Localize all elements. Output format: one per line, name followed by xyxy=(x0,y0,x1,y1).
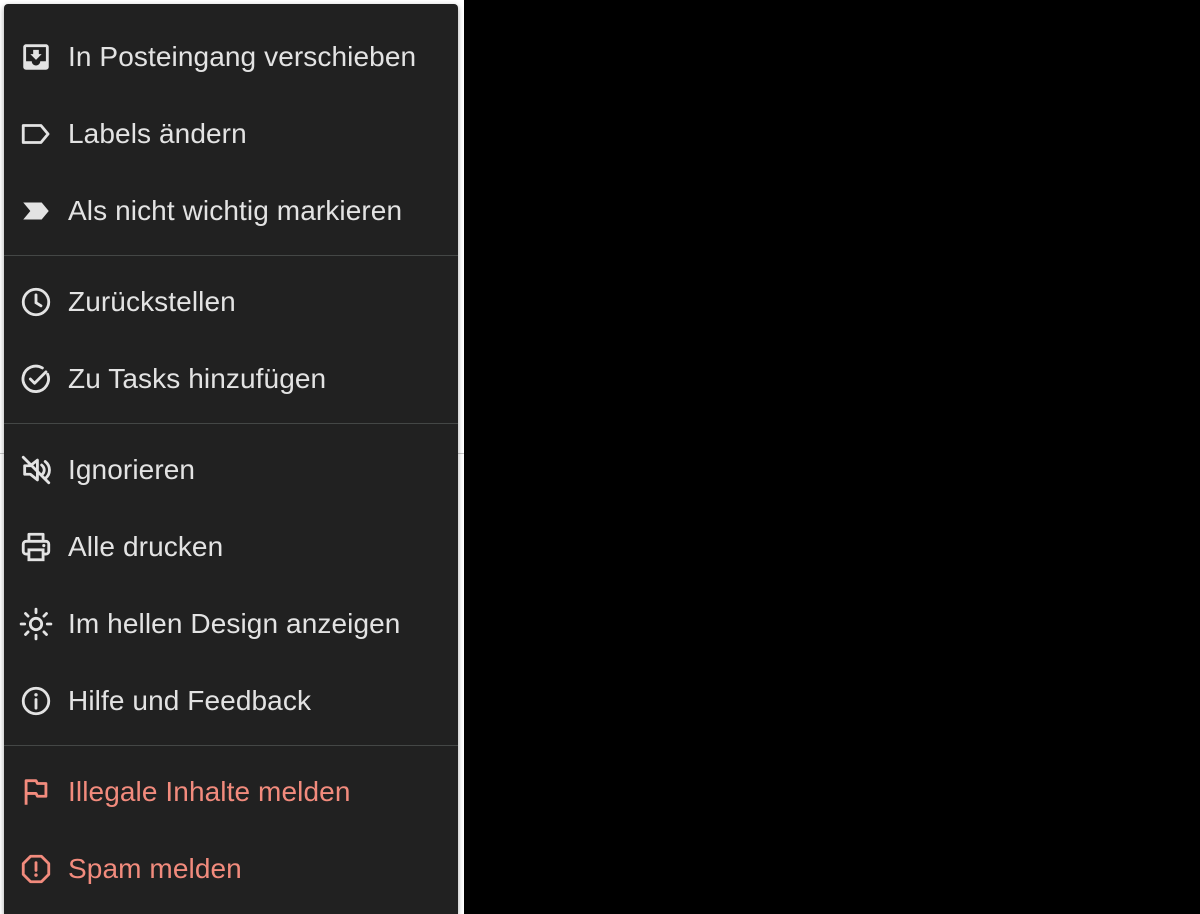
move-to-inbox-icon xyxy=(18,39,54,75)
menu-item-add-to-tasks[interactable]: Zu Tasks hinzufügen xyxy=(4,340,458,417)
overflow-menu: In Posteingang verschieben Labels ändern… xyxy=(4,4,458,914)
menu-item-label: Illegale Inhalte melden xyxy=(68,775,351,807)
menu-item-report-spam[interactable]: Spam melden xyxy=(4,830,458,907)
menu-item-mute[interactable]: Ignorieren xyxy=(4,431,458,508)
menu-item-report-illegal-content[interactable]: Illegale Inhalte melden xyxy=(4,753,458,830)
menu-item-label: Als nicht wichtig markieren xyxy=(68,194,403,226)
menu-item-label: Ignorieren xyxy=(68,453,196,485)
report-spam-icon xyxy=(18,851,54,887)
info-icon xyxy=(18,683,54,719)
menu-item-mark-not-important[interactable]: Als nicht wichtig markieren xyxy=(4,172,458,249)
label-outline-icon xyxy=(18,116,54,152)
menu-item-label: Labels ändern xyxy=(68,117,247,149)
menu-item-label: Zu Tasks hinzufügen xyxy=(68,362,327,394)
sun-icon xyxy=(18,606,54,642)
printer-icon xyxy=(18,529,54,565)
menu-item-print-all[interactable]: Alle drucken xyxy=(4,508,458,585)
menu-item-label: Alle drucken xyxy=(68,530,224,562)
menu-item-snooze[interactable]: Zurückstellen xyxy=(4,263,458,340)
menu-item-label: Spam melden xyxy=(68,852,242,884)
mute-icon xyxy=(18,452,54,488)
menu-item-change-labels[interactable]: Labels ändern xyxy=(4,95,458,172)
menu-item-label: Im hellen Design anzeigen xyxy=(68,607,401,639)
menu-item-label: In Posteingang verschieben xyxy=(68,40,417,72)
menu-divider xyxy=(4,423,458,424)
menu-item-help-feedback[interactable]: Hilfe und Feedback xyxy=(4,662,458,739)
menu-divider xyxy=(4,255,458,256)
flag-icon xyxy=(18,774,54,810)
clock-icon xyxy=(18,284,54,320)
add-task-icon xyxy=(18,361,54,397)
menu-divider xyxy=(4,745,458,746)
menu-item-move-to-inbox[interactable]: In Posteingang verschieben xyxy=(4,18,458,95)
importance-marker-icon xyxy=(18,193,54,229)
menu-item-label: Zurückstellen xyxy=(68,285,236,317)
menu-item-label: Hilfe und Feedback xyxy=(68,684,312,716)
menu-item-light-theme[interactable]: Im hellen Design anzeigen xyxy=(4,585,458,662)
